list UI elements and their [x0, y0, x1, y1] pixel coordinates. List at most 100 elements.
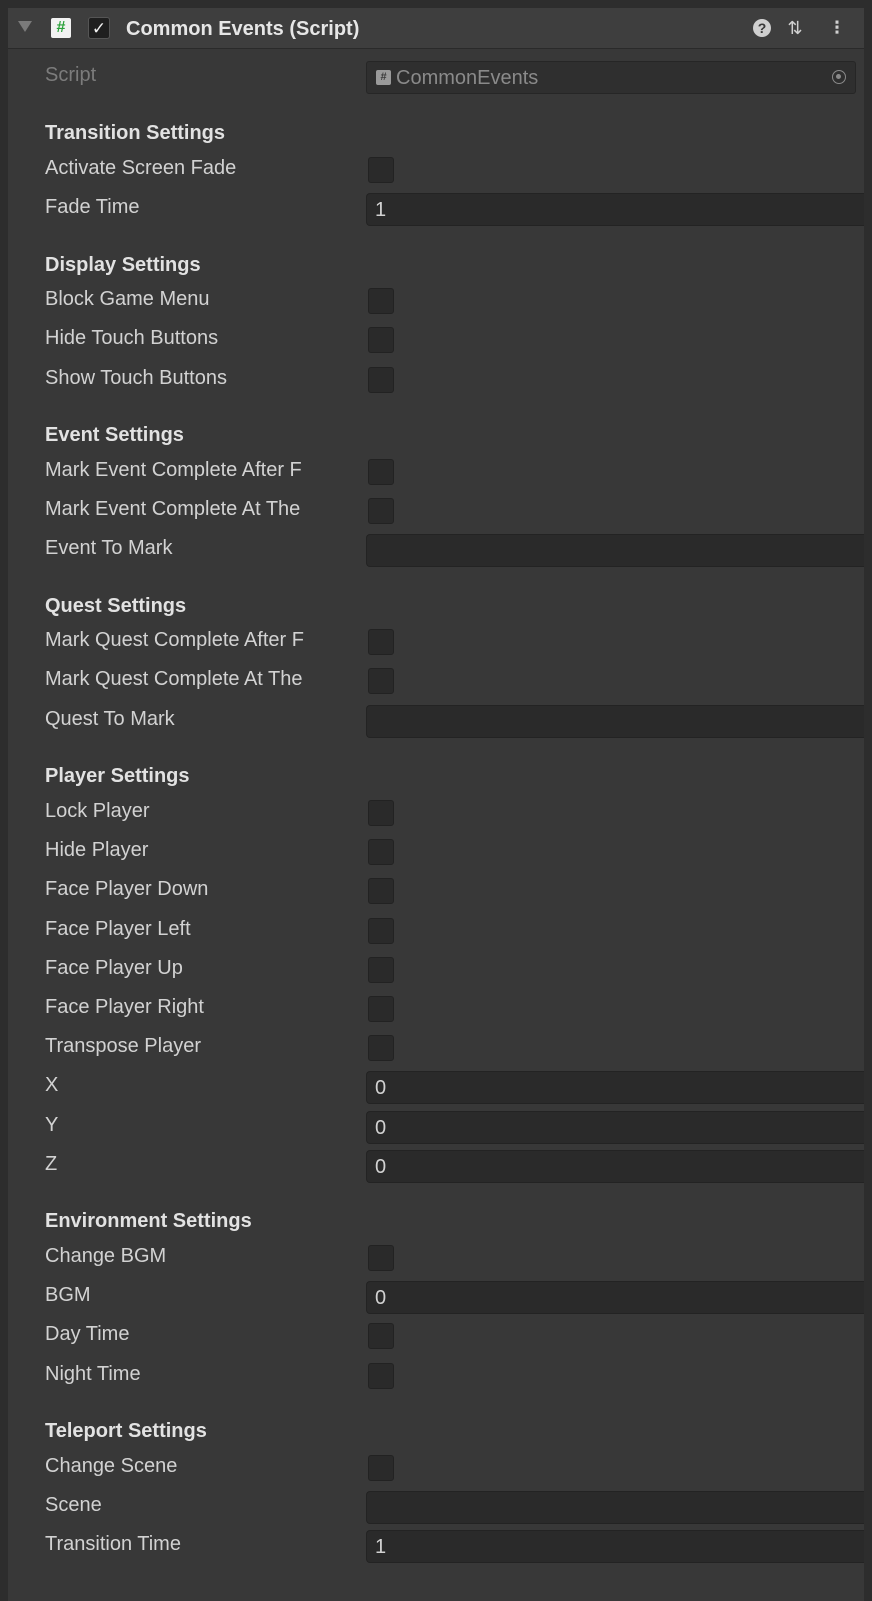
z-input[interactable]: 0	[366, 1150, 864, 1183]
transition-time-label: Transition Time	[45, 1533, 181, 1555]
y-label: Y	[45, 1114, 59, 1136]
mark-event-after-label: Mark Event Complete After F	[45, 459, 302, 481]
kebab-menu-icon[interactable]: ⋮	[826, 17, 848, 39]
face-player-left-checkbox[interactable]	[368, 918, 394, 944]
teleport-settings-header: Teleport Settings	[45, 1420, 207, 1442]
quest-to-mark-input[interactable]	[366, 705, 864, 738]
mark-quest-after-label: Mark Quest Complete After F	[45, 629, 304, 651]
script-row: Script # CommonEvents	[8, 58, 864, 96]
block-game-menu-row: Block Game Menu	[8, 282, 864, 320]
mark-quest-after-checkbox[interactable]	[368, 629, 394, 655]
object-picker-icon[interactable]	[832, 70, 846, 84]
transpose-player-checkbox[interactable]	[368, 1035, 394, 1061]
show-touch-buttons-row: Show Touch Buttons	[8, 361, 864, 399]
bgm-label: BGM	[45, 1284, 91, 1306]
lock-player-row: Lock Player	[8, 794, 864, 832]
x-row: X 0	[8, 1068, 864, 1106]
transition-settings-header: Transition Settings	[45, 122, 226, 144]
display-settings-header: Display Settings	[45, 254, 201, 276]
preset-icon[interactable]: ⇅	[784, 17, 806, 39]
night-time-row: Night Time	[8, 1357, 864, 1395]
face-player-up-row: Face Player Up	[8, 951, 864, 989]
block-game-menu-checkbox[interactable]	[368, 288, 394, 314]
face-player-left-row: Face Player Left	[8, 912, 864, 950]
x-input[interactable]: 0	[366, 1071, 864, 1104]
event-to-mark-input[interactable]	[366, 534, 864, 567]
face-player-down-checkbox[interactable]	[368, 878, 394, 904]
transition-time-row: Transition Time 1	[8, 1527, 864, 1565]
mark-quest-at-row: Mark Quest Complete At The	[8, 662, 864, 700]
face-player-right-checkbox[interactable]	[368, 996, 394, 1022]
y-row: Y 0	[8, 1108, 864, 1146]
x-label: X	[45, 1074, 59, 1096]
face-player-down-label: Face Player Down	[45, 878, 209, 900]
face-player-down-row: Face Player Down	[8, 872, 864, 910]
day-time-row: Day Time	[8, 1317, 864, 1355]
hide-player-checkbox[interactable]	[368, 839, 394, 865]
quest-to-mark-row: Quest To Mark	[8, 702, 864, 740]
transition-time-input[interactable]: 1	[366, 1530, 864, 1563]
activate-screen-fade-checkbox[interactable]	[368, 157, 394, 183]
fade-time-row: Fade Time 1	[8, 190, 864, 228]
night-time-checkbox[interactable]	[368, 1363, 394, 1389]
day-time-checkbox[interactable]	[368, 1323, 394, 1349]
hide-touch-buttons-row: Hide Touch Buttons	[8, 321, 864, 359]
change-bgm-checkbox[interactable]	[368, 1245, 394, 1271]
change-scene-checkbox[interactable]	[368, 1455, 394, 1481]
scene-input[interactable]	[366, 1491, 864, 1524]
lock-player-checkbox[interactable]	[368, 800, 394, 826]
mark-event-after-checkbox[interactable]	[368, 459, 394, 485]
activate-screen-fade-label: Activate Screen Fade	[45, 157, 237, 179]
night-time-label: Night Time	[45, 1363, 141, 1385]
change-scene-row: Change Scene	[8, 1449, 864, 1487]
script-file-icon: #	[376, 70, 391, 85]
hide-touch-buttons-checkbox[interactable]	[368, 327, 394, 353]
lock-player-label: Lock Player	[45, 800, 150, 822]
hide-player-row: Hide Player	[8, 833, 864, 871]
bgm-row: BGM 0	[8, 1278, 864, 1316]
mark-event-at-label: Mark Event Complete At The	[45, 498, 301, 520]
script-icon: #	[51, 18, 71, 38]
enable-checkbox[interactable]: ✓	[88, 17, 110, 39]
quest-settings-header: Quest Settings	[45, 595, 187, 617]
hide-player-label: Hide Player	[45, 839, 149, 861]
script-object-field[interactable]: # CommonEvents	[366, 61, 856, 94]
mark-event-after-row: Mark Event Complete After F	[8, 453, 864, 491]
show-touch-buttons-checkbox[interactable]	[368, 367, 394, 393]
event-to-mark-label: Event To Mark	[45, 537, 173, 559]
scene-row: Scene	[8, 1488, 864, 1526]
face-player-up-checkbox[interactable]	[368, 957, 394, 983]
component-title: Common Events (Script)	[126, 18, 360, 40]
face-player-up-label: Face Player Up	[45, 957, 183, 979]
foldout-arrow-icon[interactable]	[18, 21, 32, 32]
z-label: Z	[45, 1153, 58, 1175]
player-settings-header: Player Settings	[45, 765, 190, 787]
quest-to-mark-label: Quest To Mark	[45, 708, 175, 730]
face-player-right-row: Face Player Right	[8, 990, 864, 1028]
bgm-input[interactable]: 0	[366, 1281, 864, 1314]
mark-quest-at-label: Mark Quest Complete At The	[45, 668, 303, 690]
fade-time-input[interactable]: 1	[366, 193, 864, 226]
help-icon[interactable]: ?	[753, 19, 771, 37]
transpose-player-label: Transpose Player	[45, 1035, 201, 1057]
z-row: Z 0	[8, 1147, 864, 1185]
day-time-label: Day Time	[45, 1323, 130, 1345]
hide-touch-buttons-label: Hide Touch Buttons	[45, 327, 219, 349]
environment-settings-header: Environment Settings	[45, 1210, 252, 1232]
component-header[interactable]: # ✓ Common Events (Script) ? ⇅ ⋮	[8, 8, 864, 49]
fade-time-label: Fade Time	[45, 196, 140, 218]
y-input[interactable]: 0	[366, 1111, 864, 1144]
mark-event-at-row: Mark Event Complete At The	[8, 492, 864, 530]
scene-label: Scene	[45, 1494, 102, 1516]
activate-screen-fade-row: Activate Screen Fade	[8, 151, 864, 189]
transpose-player-row: Transpose Player	[8, 1029, 864, 1067]
change-bgm-label: Change BGM	[45, 1245, 167, 1267]
show-touch-buttons-label: Show Touch Buttons	[45, 367, 227, 389]
event-settings-header: Event Settings	[45, 424, 184, 446]
block-game-menu-label: Block Game Menu	[45, 288, 210, 310]
mark-quest-at-checkbox[interactable]	[368, 668, 394, 694]
face-player-right-label: Face Player Right	[45, 996, 204, 1018]
script-name: CommonEvents	[396, 67, 539, 89]
mark-quest-after-row: Mark Quest Complete After F	[8, 623, 864, 661]
mark-event-at-checkbox[interactable]	[368, 498, 394, 524]
